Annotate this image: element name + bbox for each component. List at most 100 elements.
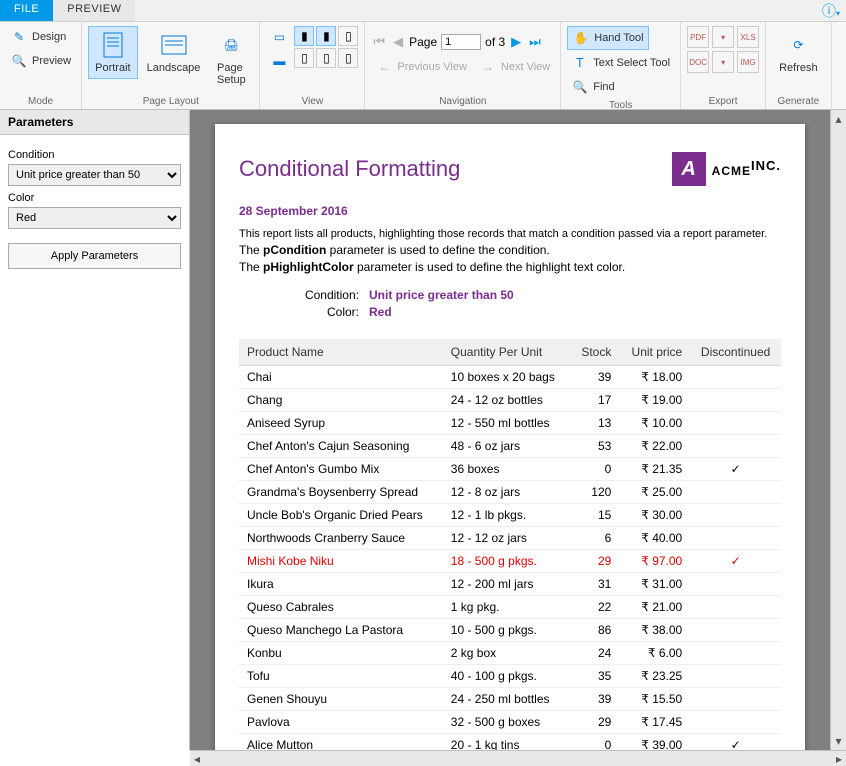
export-pdf[interactable]: PDF xyxy=(687,26,709,48)
table-cell: ₹ 30.00 xyxy=(619,504,690,527)
table-cell: ₹ 38.00 xyxy=(619,619,690,642)
table-row: Chef Anton's Cajun Seasoning48 - 6 oz ja… xyxy=(239,435,781,458)
generate-group-label: Generate xyxy=(778,96,820,107)
view-2[interactable]: ▮ xyxy=(316,26,336,46)
table-cell: ₹ 17.45 xyxy=(619,711,690,734)
table-cell: 24 - 12 oz bottles xyxy=(443,389,571,412)
export-b[interactable]: ▾ xyxy=(712,51,734,73)
view-4[interactable]: ▯ xyxy=(294,48,314,68)
export-xls[interactable]: XLS xyxy=(737,26,759,48)
portrait-button[interactable]: Portrait xyxy=(88,26,137,79)
table-cell xyxy=(690,665,781,688)
scroll-down-icon[interactable]: ▾ xyxy=(833,732,843,750)
color-label: Color xyxy=(8,192,181,204)
find-icon: 🔍 xyxy=(571,78,589,96)
table-header: Discontinued xyxy=(690,339,781,366)
landscape-icon xyxy=(160,31,188,59)
scroll-up-icon[interactable]: ▴ xyxy=(833,110,843,128)
first-page-button[interactable]: ⏮ xyxy=(371,34,387,50)
table-cell: 22 xyxy=(570,596,619,619)
tab-bar: FILE PREVIEW ⓘ▾ xyxy=(0,0,846,22)
view-page-width[interactable]: ▬ xyxy=(266,50,292,72)
hand-icon: ✋ xyxy=(572,29,590,47)
vertical-scrollbar[interactable]: ▴▾ xyxy=(830,110,846,750)
scroll-left-icon[interactable]: ◂ xyxy=(190,752,204,766)
table-cell: 29 xyxy=(570,711,619,734)
export-img[interactable]: IMG xyxy=(737,51,759,73)
export-doc[interactable]: DOC xyxy=(687,51,709,73)
table-cell xyxy=(690,481,781,504)
viewer-scroll[interactable]: Conditional Formatting A ACMEINC. 28 Sep… xyxy=(190,110,830,750)
condition-select[interactable]: Unit price greater than 50 xyxy=(8,164,181,186)
table-cell: ₹ 25.00 xyxy=(619,481,690,504)
view-1[interactable]: ▮ xyxy=(294,26,314,46)
table-row: Ikura12 - 200 ml jars31₹ 31.00 xyxy=(239,573,781,596)
table-cell: 12 - 8 oz jars xyxy=(443,481,571,504)
logo-icon: A xyxy=(672,152,706,186)
next-view-button[interactable]: →Next View xyxy=(475,56,554,78)
text-select-button[interactable]: ᎢText Select Tool xyxy=(567,52,674,74)
table-cell: ₹ 10.00 xyxy=(619,412,690,435)
last-page-button[interactable]: ⏭ xyxy=(527,34,543,50)
prev-page-button[interactable]: ◀ xyxy=(391,34,405,50)
color-select[interactable]: Red xyxy=(8,207,181,229)
table-cell: 24 xyxy=(570,642,619,665)
condition-block: Condition:Unit price greater than 50 Col… xyxy=(299,288,781,319)
apply-parameters-button[interactable]: Apply Parameters xyxy=(8,243,181,269)
table-cell: ✓ xyxy=(690,734,781,751)
page-setup-icon: 🖨 xyxy=(217,31,245,59)
table-cell: Queso Manchego La Pastora xyxy=(239,619,443,642)
next-page-button[interactable]: ▶ xyxy=(509,34,523,50)
table-cell: Chef Anton's Gumbo Mix xyxy=(239,458,443,481)
export-arrow[interactable]: ▾ xyxy=(712,26,734,48)
table-cell: 53 xyxy=(570,435,619,458)
view-3[interactable]: ▯ xyxy=(338,26,358,46)
report-date: 28 September 2016 xyxy=(239,204,781,218)
hand-tool-button[interactable]: ✋Hand Tool xyxy=(567,26,648,50)
table-cell xyxy=(690,596,781,619)
find-button[interactable]: 🔍Find xyxy=(567,76,618,98)
scroll-right-icon[interactable]: ▸ xyxy=(832,752,846,766)
table-cell xyxy=(690,366,781,389)
view-5[interactable]: ▯ xyxy=(316,48,336,68)
tab-file[interactable]: FILE xyxy=(0,0,53,21)
table-cell: ✓ xyxy=(690,550,781,573)
prev-view-button[interactable]: ←Previous View xyxy=(371,56,471,78)
view-whole-page[interactable]: ▭ xyxy=(266,26,292,48)
table-cell: ₹ 39.00 xyxy=(619,734,690,751)
report-page: Conditional Formatting A ACMEINC. 28 Sep… xyxy=(215,124,805,750)
table-cell: 29 xyxy=(570,550,619,573)
horizontal-scrollbar[interactable]: ◂▸ xyxy=(190,750,846,766)
table-cell: 10 - 500 g pkgs. xyxy=(443,619,571,642)
table-cell xyxy=(690,688,781,711)
design-icon: ✎ xyxy=(10,28,28,46)
tab-preview[interactable]: PREVIEW xyxy=(53,0,135,21)
parameters-header: Parameters xyxy=(0,110,189,135)
preview-button[interactable]: 🔍Preview xyxy=(6,50,75,72)
info-icon[interactable]: ⓘ▾ xyxy=(822,1,840,21)
table-cell: 24 - 250 ml bottles xyxy=(443,688,571,711)
table-cell: ₹ 22.00 xyxy=(619,435,690,458)
table-row: Aniseed Syrup12 - 550 ml bottles13₹ 10.0… xyxy=(239,412,781,435)
page-number-input[interactable] xyxy=(441,34,481,50)
table-cell: 12 - 550 ml bottles xyxy=(443,412,571,435)
table-cell: 0 xyxy=(570,458,619,481)
logo: A ACMEINC. xyxy=(672,152,781,186)
page-setup-button[interactable]: 🖨Page Setup xyxy=(209,26,253,91)
page-nav: ⏮ ◀ Page of 3 ▶ ⏭ xyxy=(371,34,542,50)
table-cell xyxy=(690,504,781,527)
table-header: Product Name xyxy=(239,339,443,366)
table-cell: 120 xyxy=(570,481,619,504)
table-cell: Aniseed Syrup xyxy=(239,412,443,435)
table-cell: 12 - 1 lb pkgs. xyxy=(443,504,571,527)
refresh-button[interactable]: ⟳Refresh xyxy=(772,26,825,79)
table-cell: ₹ 19.00 xyxy=(619,389,690,412)
view-6[interactable]: ▯ xyxy=(338,48,358,68)
page-label: Page xyxy=(409,35,437,49)
table-header: Quantity Per Unit xyxy=(443,339,571,366)
design-button[interactable]: ✎Design xyxy=(6,26,70,48)
landscape-button[interactable]: Landscape xyxy=(140,26,208,79)
table-cell: 17 xyxy=(570,389,619,412)
table-cell: ₹ 6.00 xyxy=(619,642,690,665)
text-select-icon: Ꭲ xyxy=(571,54,589,72)
